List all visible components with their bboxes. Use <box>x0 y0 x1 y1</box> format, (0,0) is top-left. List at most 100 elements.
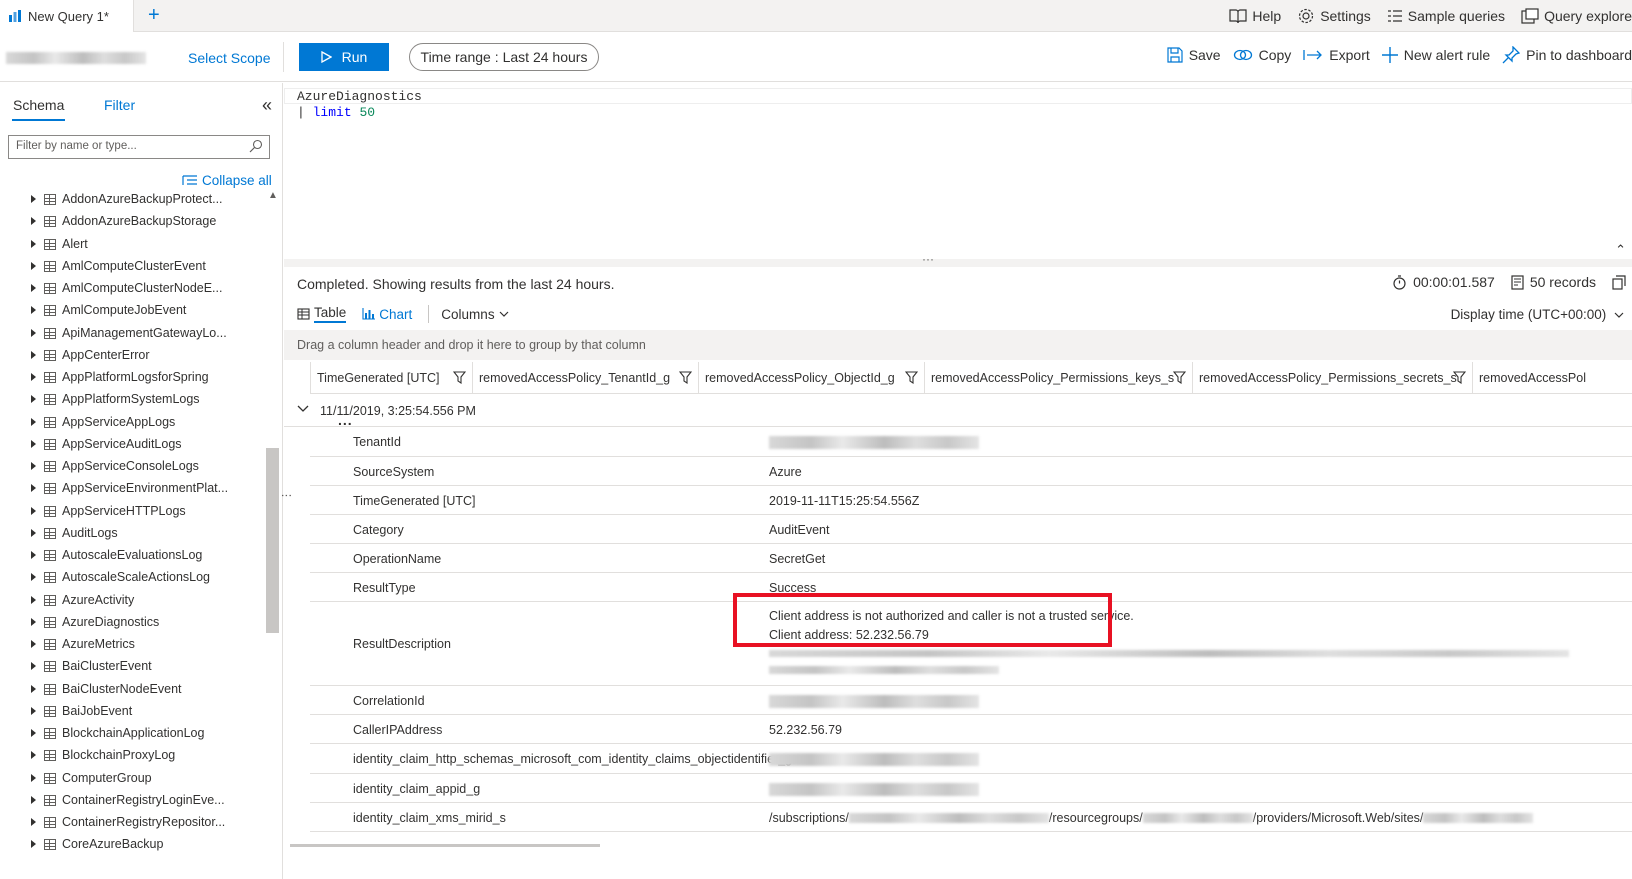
select-scope-link[interactable]: Select Scope <box>188 50 271 66</box>
schema-table-item[interactable]: AzureMetrics <box>0 634 265 656</box>
schema-table-item[interactable]: AppPlatformSystemLogs <box>0 389 265 411</box>
copy-button[interactable]: Copy <box>1233 47 1291 63</box>
column-header[interactable]: removedAccessPolicy_Permissions_secrets_… <box>1192 362 1472 393</box>
schema-table-item[interactable]: AzureDiagnostics <box>0 612 265 634</box>
schema-table-item[interactable]: AppServiceEnvironmentPlat... <box>0 478 265 500</box>
schema-table-item[interactable]: BaiJobEvent <box>0 701 265 723</box>
schema-table-item[interactable]: Alert <box>0 234 265 256</box>
settings-link[interactable]: Settings <box>1297 7 1371 25</box>
schema-table-item[interactable]: AuditLogs <box>0 523 265 545</box>
schema-table-item[interactable]: AppServiceConsoleLogs <box>0 456 265 478</box>
result-row-expanded[interactable]: 11/11/2019, 3:25:54.556 PM <box>284 395 1632 427</box>
group-by-bar[interactable]: Drag a column header and drop it here to… <box>284 330 1632 360</box>
column-header[interactable]: removedAccessPol <box>1472 362 1632 393</box>
chevron-down-icon[interactable] <box>297 404 309 414</box>
filter-icon[interactable] <box>679 371 692 384</box>
chevron-right-icon[interactable] <box>31 217 36 226</box>
chevron-right-icon[interactable] <box>31 261 36 270</box>
schema-table-item[interactable]: ApiManagementGatewayLo... <box>0 323 265 345</box>
scroll-up-icon[interactable]: ▲ <box>268 190 278 201</box>
chevron-right-icon[interactable] <box>31 195 36 203</box>
chevron-right-icon[interactable] <box>31 395 36 404</box>
chevron-right-icon[interactable] <box>31 328 36 337</box>
schema-table-item[interactable]: BaiClusterEvent <box>0 656 265 678</box>
chevron-right-icon[interactable] <box>31 751 36 760</box>
filter-icon[interactable] <box>1453 371 1466 384</box>
chevron-right-icon[interactable] <box>31 595 36 604</box>
chevron-right-icon[interactable] <box>31 506 36 515</box>
schema-table-item[interactable]: BlockchainProxyLog <box>0 745 265 767</box>
column-header[interactable]: removedAccessPolicy_TenantId_g <box>472 362 698 393</box>
tab-table[interactable]: Table <box>297 305 347 323</box>
columns-dropdown[interactable]: Columns <box>441 307 512 322</box>
chevron-right-icon[interactable] <box>31 795 36 804</box>
schema-scrollbar[interactable]: ▲ <box>265 190 279 879</box>
query-tab[interactable]: New Query 1* <box>0 0 134 32</box>
schema-table-item[interactable]: AzureActivity <box>0 590 265 612</box>
new-alert-rule-button[interactable]: New alert rule <box>1381 47 1490 63</box>
chevron-right-icon[interactable] <box>31 818 36 826</box>
chevron-right-icon[interactable] <box>31 840 36 849</box>
tab-schema[interactable]: Schema <box>11 97 66 121</box>
chevron-right-icon[interactable] <box>31 706 36 715</box>
column-header[interactable]: TimeGenerated [UTC] <box>310 362 472 393</box>
chevron-right-icon[interactable] <box>31 640 36 648</box>
schema-table-item[interactable]: AutoscaleScaleActionsLog <box>0 567 265 589</box>
schema-table-item[interactable]: CoreAzureBackup <box>0 834 265 856</box>
schema-table-item[interactable]: AmlComputeJobEvent <box>0 300 265 322</box>
scroll-thumb[interactable] <box>266 448 279 633</box>
schema-table-item[interactable]: AppServiceAuditLogs <box>0 434 265 456</box>
help-link[interactable]: Help <box>1229 8 1281 24</box>
schema-table-item[interactable]: AppPlatformLogsforSpring <box>0 367 265 389</box>
collapse-panel-icon[interactable]: « <box>262 95 272 116</box>
run-button[interactable]: Run <box>299 43 389 71</box>
chevron-right-icon[interactable] <box>31 350 36 359</box>
chevron-right-icon[interactable] <box>31 617 36 626</box>
chevron-right-icon[interactable] <box>31 284 36 292</box>
schema-table-item[interactable]: ContainerRegistryRepositor... <box>0 812 265 834</box>
chevron-right-icon[interactable] <box>31 417 36 426</box>
collapse-all-button[interactable]: Collapse all <box>182 173 272 188</box>
schema-table-item[interactable]: AppServiceHTTPLogs <box>0 501 265 523</box>
pin-button[interactable]: Pin to dashboard <box>1502 46 1632 64</box>
query-editor[interactable]: AzureDiagnostics | limit 50 ⌃ <box>284 83 1632 259</box>
chevron-right-icon[interactable] <box>31 373 36 381</box>
schema-table-item[interactable]: BaiClusterNodeEvent <box>0 679 265 701</box>
filter-icon[interactable] <box>905 371 918 384</box>
tab-filter[interactable]: Filter <box>104 97 135 113</box>
filter-icon[interactable] <box>453 371 466 384</box>
sample-queries-link[interactable]: Sample queries <box>1387 8 1505 24</box>
chevron-right-icon[interactable] <box>31 462 36 470</box>
chevron-right-icon[interactable] <box>31 662 36 671</box>
chevron-right-icon[interactable] <box>31 773 36 782</box>
column-header[interactable]: removedAccessPolicy_Permissions_keys_s <box>924 362 1192 393</box>
chevron-right-icon[interactable] <box>31 684 36 693</box>
collapse-editor-icon[interactable]: ⌃ <box>1615 243 1626 258</box>
schema-table-item[interactable]: ContainerRegistryLoginEve... <box>0 790 265 812</box>
chevron-right-icon[interactable] <box>31 551 36 559</box>
schema-table-item[interactable]: AmlComputeClusterEvent <box>0 256 265 278</box>
schema-table-item[interactable]: AddonAzureBackupStorage <box>0 211 265 233</box>
horizontal-splitter[interactable]: ··· <box>284 252 1632 267</box>
schema-table-item[interactable]: AppCenterError <box>0 345 265 367</box>
copy-results-button[interactable] <box>1612 274 1632 290</box>
tab-chart[interactable]: Chart <box>362 307 412 322</box>
chevron-right-icon[interactable] <box>31 729 36 737</box>
schema-table-item[interactable]: AddonAzureBackupProtect... <box>0 190 265 211</box>
chevron-right-icon[interactable] <box>31 439 36 448</box>
display-time-dropdown[interactable]: Display time (UTC+00:00) <box>1451 307 1624 322</box>
chevron-right-icon[interactable] <box>31 484 36 493</box>
column-header[interactable]: removedAccessPolicy_ObjectId_g <box>698 362 924 393</box>
chevron-right-icon[interactable] <box>31 239 36 248</box>
schema-table-item[interactable]: AutoscaleEvaluationsLog <box>0 545 265 567</box>
time-range-picker[interactable]: Time range : Last 24 hours <box>409 43 599 71</box>
save-button[interactable]: Save <box>1167 47 1221 63</box>
filter-icon[interactable] <box>1173 371 1186 384</box>
horizontal-scrollbar[interactable] <box>290 844 600 847</box>
schema-table-item[interactable]: AmlComputeClusterNodeE... <box>0 278 265 300</box>
schema-table-item[interactable]: BlockchainApplicationLog <box>0 723 265 745</box>
chevron-right-icon[interactable] <box>31 528 36 537</box>
schema-table-item[interactable]: AppServiceAppLogs <box>0 412 265 434</box>
query-explorer-link[interactable]: Query explore <box>1521 8 1632 24</box>
schema-table-item[interactable]: ComputerGroup <box>0 768 265 790</box>
